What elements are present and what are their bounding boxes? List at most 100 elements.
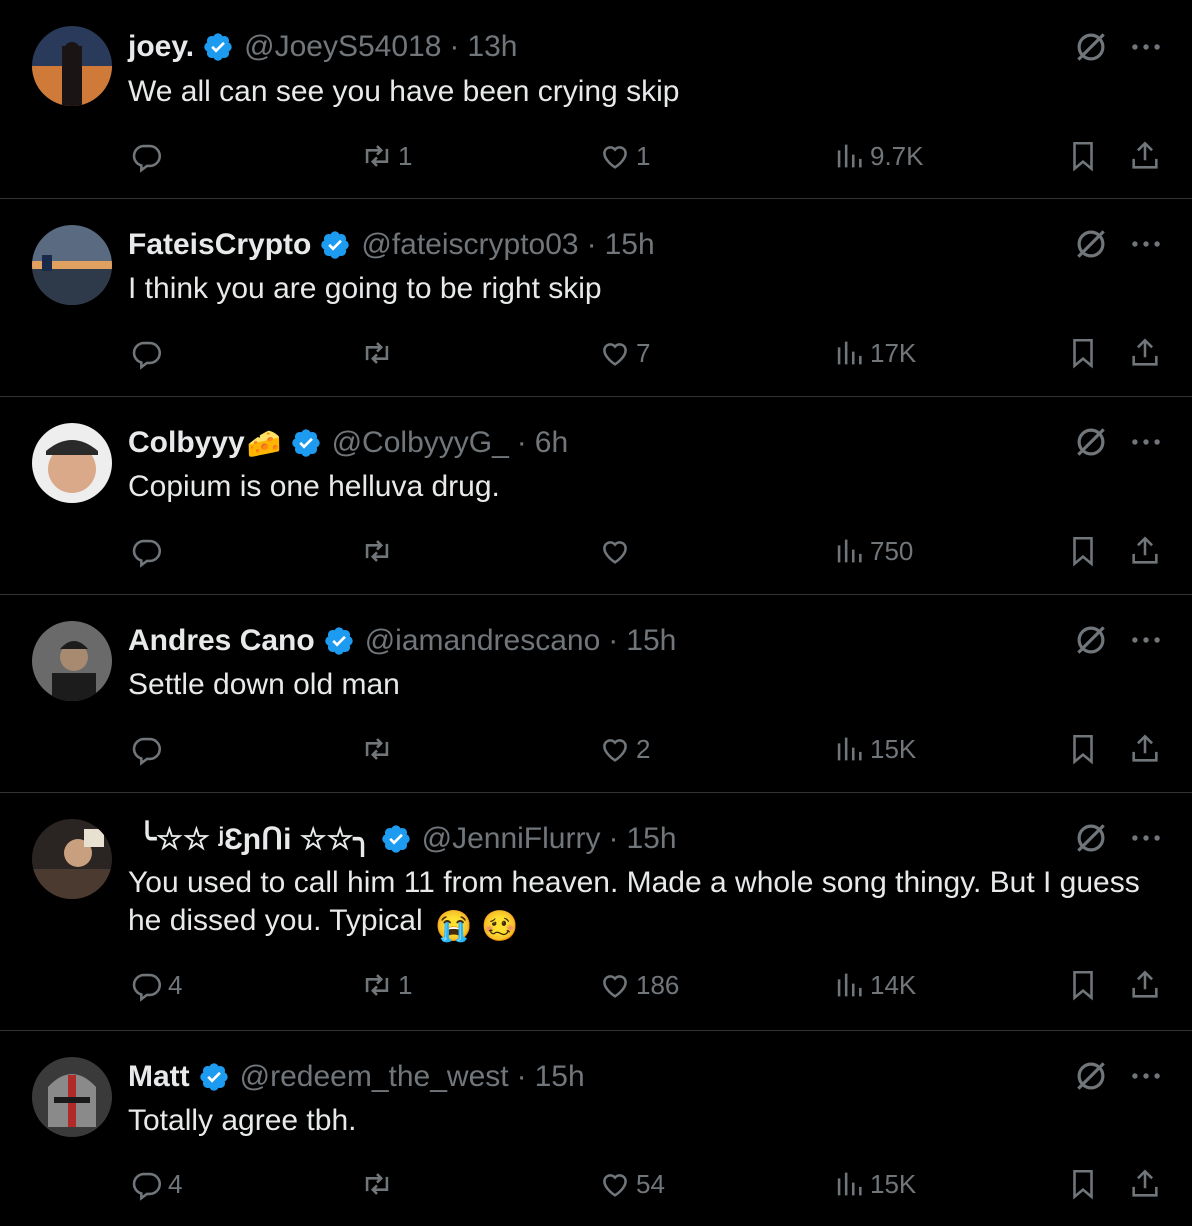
- share-button[interactable]: [1128, 1164, 1162, 1204]
- views-button[interactable]: 15K: [832, 729, 916, 769]
- avatar[interactable]: [32, 621, 112, 701]
- more-icon[interactable]: [1126, 28, 1166, 66]
- like-button[interactable]: 54: [598, 1164, 665, 1204]
- reply-icon: [132, 144, 162, 173]
- reply-button[interactable]: [130, 136, 168, 176]
- tweet-text: Copium is one helluva drug.: [128, 470, 500, 503]
- bookmark-icon: [1073, 536, 1093, 567]
- tweet-header: Andres Cano @iamandrescano · 15h: [128, 621, 676, 661]
- bookmark-icon: [1073, 141, 1093, 172]
- verified-badge-icon: [325, 627, 353, 655]
- views-button[interactable]: 17K: [832, 333, 916, 373]
- avatar[interactable]: [32, 26, 112, 106]
- retweet-icon: [365, 342, 389, 364]
- like-button[interactable]: 1: [598, 136, 650, 176]
- more-icon[interactable]: [1126, 423, 1166, 461]
- view-count: 9.7K: [870, 140, 924, 171]
- more-icon[interactable]: [1126, 225, 1166, 263]
- avatar[interactable]: [32, 819, 112, 899]
- timestamp[interactable]: 13h: [467, 30, 517, 64]
- grok-icon[interactable]: [1072, 28, 1110, 66]
- reply-button[interactable]: [130, 531, 168, 571]
- display-name[interactable]: ╰☆☆ ʲƐɲՈі ☆☆╮: [138, 822, 372, 857]
- retweet-button[interactable]: [360, 531, 398, 571]
- bookmark-button[interactable]: [1066, 1164, 1100, 1204]
- user-handle[interactable]: @JenniFlurry: [422, 822, 601, 856]
- grok-icon[interactable]: [1072, 225, 1110, 263]
- tweet[interactable]: Matt @redeem_the_west · 15h Totally agre…: [0, 1031, 1192, 1226]
- bookmark-button[interactable]: [1066, 729, 1100, 769]
- reply-icon: [132, 539, 162, 568]
- tweet-text: You used to call him 11 from heaven. Mad…: [128, 864, 1158, 943]
- bookmark-button[interactable]: [1066, 965, 1100, 1005]
- timestamp[interactable]: 15h: [626, 822, 676, 856]
- tweet[interactable]: ╰☆☆ ʲƐɲՈі ☆☆╮ @JenniFlurry · 15h You use…: [0, 793, 1192, 1031]
- tweet-header: Matt @redeem_the_west · 15h: [128, 1057, 585, 1097]
- retweet-button[interactable]: 1: [360, 965, 412, 1005]
- views-button[interactable]: 14K: [832, 965, 916, 1005]
- tweet[interactable]: Colbyyy 🧀 @ColbyyyG_ · 6h Copium is one …: [0, 397, 1192, 595]
- user-handle[interactable]: @iamandrescano: [365, 624, 601, 658]
- verified-badge-icon: [199, 1063, 228, 1091]
- grok-icon[interactable]: [1072, 819, 1110, 857]
- display-name[interactable]: joey.: [128, 30, 194, 64]
- share-button[interactable]: [1128, 729, 1162, 769]
- display-name[interactable]: Colbyyy: [128, 426, 245, 460]
- timestamp[interactable]: 15h: [605, 228, 655, 262]
- bookmark-button[interactable]: [1066, 136, 1100, 176]
- views-icon: [837, 539, 862, 563]
- like-button[interactable]: 186: [598, 965, 679, 1005]
- user-handle[interactable]: @fateiscrypto03: [361, 228, 578, 262]
- user-handle[interactable]: @redeem_the_west: [240, 1060, 509, 1094]
- views-button[interactable]: 9.7K: [832, 136, 924, 176]
- tweet[interactable]: Andres Cano @iamandrescano · 15h Settle …: [0, 595, 1192, 793]
- retweet-button[interactable]: [360, 333, 398, 373]
- tweet[interactable]: FateisCrypto @fateiscrypto03 · 15h I thi…: [0, 199, 1192, 397]
- grok-icon[interactable]: [1072, 1057, 1110, 1095]
- tweet-header: ╰☆☆ ʲƐɲՈі ☆☆╮ @JenniFlurry · 15h: [128, 819, 677, 859]
- bookmark-icon: [1073, 734, 1093, 765]
- share-button[interactable]: [1128, 136, 1162, 176]
- retweet-button[interactable]: 1: [360, 136, 412, 176]
- more-icon[interactable]: [1126, 621, 1166, 659]
- reply-button[interactable]: [130, 333, 168, 373]
- like-button[interactable]: 2: [598, 729, 650, 769]
- reply-button[interactable]: 4: [130, 965, 182, 1005]
- share-button[interactable]: [1128, 531, 1162, 571]
- like-button[interactable]: 7: [598, 333, 650, 373]
- retweet-button[interactable]: [360, 1164, 398, 1204]
- view-count: 750: [870, 535, 914, 566]
- share-button[interactable]: [1128, 965, 1162, 1005]
- timestamp[interactable]: 15h: [535, 1060, 585, 1094]
- avatar[interactable]: [32, 423, 112, 503]
- views-button[interactable]: 750: [832, 531, 913, 571]
- bookmark-button[interactable]: [1066, 333, 1100, 373]
- more-icon[interactable]: [1126, 1057, 1166, 1095]
- bookmark-button[interactable]: [1066, 531, 1100, 571]
- timestamp[interactable]: 6h: [535, 426, 568, 460]
- user-handle[interactable]: @ColbyyyG_: [332, 426, 509, 460]
- separator-dot: ·: [516, 1060, 527, 1093]
- share-icon: [1132, 536, 1158, 564]
- display-name[interactable]: Matt: [128, 1060, 190, 1094]
- timestamp[interactable]: 15h: [626, 624, 676, 658]
- tweet[interactable]: joey. @JoeyS54018 · 13h We all can see y…: [0, 0, 1192, 199]
- display-name[interactable]: FateisCrypto: [128, 228, 311, 262]
- verified-badge-icon: [321, 231, 350, 259]
- retweet-button[interactable]: [360, 729, 398, 769]
- heart-icon: [603, 1174, 627, 1197]
- like-count: 7: [636, 337, 651, 368]
- views-button[interactable]: 15K: [832, 1164, 916, 1204]
- grok-icon[interactable]: [1072, 621, 1110, 659]
- grok-icon[interactable]: [1072, 423, 1110, 461]
- share-button[interactable]: [1128, 333, 1162, 373]
- display-name[interactable]: Andres Cano: [128, 624, 315, 658]
- avatar[interactable]: [32, 225, 112, 305]
- user-handle[interactable]: @JoeyS54018: [244, 30, 441, 64]
- reply-button[interactable]: [130, 729, 168, 769]
- avatar[interactable]: [32, 1057, 112, 1137]
- reply-button[interactable]: 4: [130, 1164, 182, 1204]
- view-count: 15K: [870, 733, 917, 764]
- more-icon[interactable]: [1126, 819, 1166, 857]
- like-button[interactable]: [598, 531, 636, 571]
